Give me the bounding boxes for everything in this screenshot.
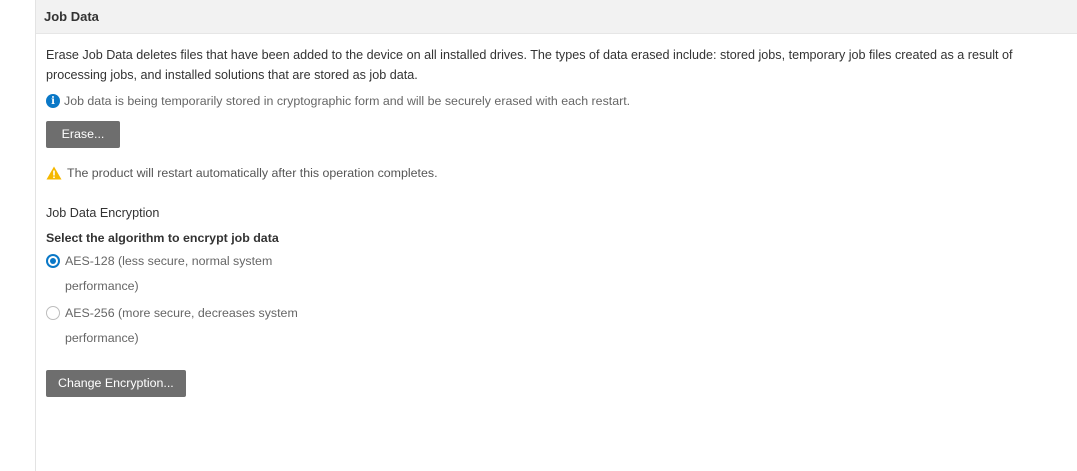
change-encryption-button[interactable]: Change Encryption... [46, 370, 186, 397]
aes128-label[interactable]: AES-128 (less secure, normal system perf… [65, 249, 325, 299]
encryption-title: Job Data Encryption [46, 206, 160, 220]
radio-option-aes256[interactable]: AES-256 (more secure, decreases system p… [46, 301, 1077, 351]
job-data-panel: Job Data Erase Job Data deletes files th… [35, 0, 1077, 471]
warning-message: The product will restart automatically a… [46, 163, 1077, 183]
job-data-description: Erase Job Data deletes files that have b… [46, 48, 1013, 82]
radio-option-aes128[interactable]: AES-128 (less secure, normal system perf… [46, 249, 1077, 299]
aes256-radio[interactable] [46, 306, 60, 320]
aes128-radio[interactable] [46, 254, 60, 268]
info-icon: i [46, 94, 60, 108]
warning-icon [46, 166, 62, 180]
section-body: Erase Job Data deletes files that have b… [36, 45, 1077, 397]
erase-button[interactable]: Erase... [46, 121, 120, 148]
section-header: Job Data [36, 0, 1077, 34]
algorithm-select-label: Select the algorithm to encrypt job data [46, 231, 279, 245]
warning-text: The product will restart automatically a… [67, 166, 438, 180]
info-message: i Job data is being temporarily stored i… [46, 91, 1077, 111]
info-text: Job data is being temporarily stored in … [64, 94, 631, 108]
aes256-label[interactable]: AES-256 (more secure, decreases system p… [65, 301, 325, 351]
